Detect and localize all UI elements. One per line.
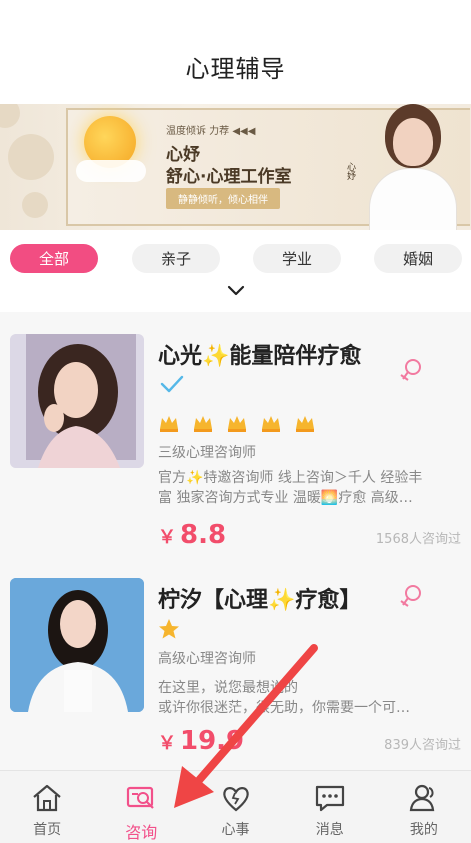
counselor-list: 心光✨能量陪伴疗愈 三级心理咨询师 官方✨特邀咨询师 线上咨询＞千人 经验丰 富… bbox=[0, 312, 471, 772]
counselor-name: 柠汐【心理✨疗愈】 bbox=[158, 588, 362, 613]
counselor-level: 高级心理咨询师 bbox=[158, 651, 256, 667]
female-icon bbox=[400, 359, 421, 381]
crown-icon bbox=[228, 416, 246, 432]
star-icon bbox=[159, 619, 179, 639]
counselor-level: 三级心理咨询师 bbox=[158, 445, 256, 461]
counselor-description: 官方✨特邀咨询师 线上咨询＞千人 经验丰 富 独家咨询方式专业 温暖🌅疗愈 高级… bbox=[158, 470, 423, 506]
rating-stars bbox=[158, 412, 316, 434]
counselor-card[interactable]: 柠汐【心理✨疗愈】 高级心理咨询师 在这里，说您最想说的 或许你很迷茫，很无助，… bbox=[10, 578, 461, 758]
counselor-avatar bbox=[10, 334, 144, 468]
filter-chip-parenting[interactable]: 亲子 bbox=[132, 244, 220, 273]
consult-count: 1568人咨询过 bbox=[375, 532, 461, 547]
consult-count: 839人咨询过 bbox=[384, 738, 461, 753]
crown-icon bbox=[194, 416, 212, 432]
counselor-description: 在这里，说您最想说的 或许你很迷茫，很无助，你需要一个可… bbox=[158, 680, 410, 716]
filter-chip-marriage[interactable]: 婚姻 bbox=[374, 244, 462, 273]
tab-messages[interactable]: 消息 bbox=[283, 771, 377, 843]
tab-profile[interactable]: 我的 bbox=[377, 771, 471, 843]
page-title: 心理辅导 bbox=[185, 54, 286, 83]
banner-slogan: 舒心·心理工作室 bbox=[166, 167, 292, 187]
message-icon bbox=[315, 785, 344, 812]
chevron-down-icon[interactable] bbox=[227, 282, 245, 300]
crown-icon bbox=[262, 416, 280, 432]
rating-stars bbox=[158, 618, 180, 640]
tab-consult[interactable]: 咨询 bbox=[94, 771, 188, 843]
counselor-avatar bbox=[10, 578, 144, 712]
profile-icon bbox=[409, 784, 435, 812]
header: 心理辅导 bbox=[0, 0, 471, 104]
banner-vertical-text: 心妤 bbox=[345, 162, 355, 180]
counselor-price: ￥ 8.8 bbox=[158, 520, 227, 550]
decor-bubble bbox=[8, 134, 54, 180]
counselor-name: 心光✨能量陪伴疗愈 bbox=[158, 344, 362, 369]
banner-tagline: 温度倾诉 力荐 ◀◀◀ bbox=[166, 126, 256, 137]
counselor-card[interactable]: 心光✨能量陪伴疗愈 三级心理咨询师 官方✨特邀咨询师 线上咨询＞千人 经验丰 富… bbox=[10, 334, 461, 554]
crown-icon bbox=[160, 416, 178, 432]
tab-heart[interactable]: 心事 bbox=[188, 771, 282, 843]
filter-chip-study[interactable]: 学业 bbox=[253, 244, 341, 273]
counselor-price: ￥ 19.9 bbox=[158, 726, 245, 756]
promo-banner[interactable]: 温度倾诉 力荐 ◀◀◀ 心妤 舒心·心理工作室 静静倾听，倾心相伴 心妤 bbox=[0, 104, 471, 230]
decor-bubble bbox=[22, 192, 48, 218]
tab-home[interactable]: 首页 bbox=[0, 771, 94, 843]
category-filters: 全部 亲子 学业 婚姻 bbox=[0, 244, 471, 274]
filter-chip-all[interactable]: 全部 bbox=[10, 244, 98, 273]
verified-check-icon bbox=[160, 375, 184, 393]
female-icon bbox=[400, 585, 421, 607]
crown-icon bbox=[296, 416, 314, 432]
consult-icon bbox=[127, 786, 155, 809]
home-icon bbox=[33, 784, 61, 812]
cloud-icon bbox=[76, 160, 146, 182]
heart-icon bbox=[222, 787, 249, 812]
banner-pill: 静静倾听，倾心相伴 bbox=[166, 188, 280, 209]
bottom-tab-bar: 首页 咨询 心事 消息 我的 bbox=[0, 770, 471, 843]
banner-portrait bbox=[365, 112, 461, 230]
decor-bubble bbox=[0, 104, 20, 128]
